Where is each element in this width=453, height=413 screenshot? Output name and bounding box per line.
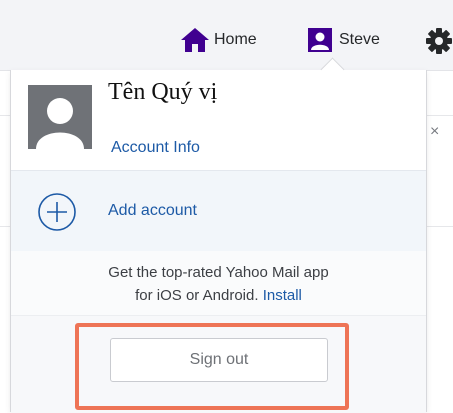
sign-out-section: Sign out (11, 315, 426, 413)
profile-name-label: Steve (339, 31, 380, 48)
background-divider (425, 115, 453, 116)
install-link[interactable]: Install (263, 287, 302, 304)
background-divider (0, 226, 10, 227)
user-icon (305, 27, 335, 53)
account-dropdown: Tên Quý vị Account Info Add account Get … (10, 57, 427, 413)
gear-icon[interactable] (425, 27, 453, 55)
user-name: Tên Quý vị (108, 79, 218, 105)
add-account-label: Add account (108, 202, 197, 219)
promo-platforms-text: for iOS or Android. (135, 287, 259, 304)
promo-text: Get the top-rated Yahoo Mail app (108, 264, 329, 281)
profile-menu-button[interactable]: Steve (305, 27, 380, 53)
home-icon (180, 27, 210, 53)
avatar (28, 85, 92, 149)
background-divider (0, 115, 10, 116)
close-icon[interactable]: × (430, 124, 439, 140)
home-label: Home (214, 31, 257, 48)
plus-circle-icon (37, 192, 77, 232)
current-account: Tên Quý vị Account Info (11, 70, 426, 170)
top-header: Home Steve (0, 0, 453, 71)
add-account-row[interactable]: Add account (11, 170, 426, 252)
home-nav-link[interactable]: Home (180, 27, 257, 53)
promo-text-line2: for iOS or Android. Install (11, 287, 426, 304)
sign-out-button[interactable]: Sign out (110, 338, 328, 382)
background-divider (425, 226, 453, 227)
mail-app-promo: Get the top-rated Yahoo Mail app for iOS… (11, 251, 426, 315)
account-info-link[interactable]: Account Info (111, 139, 200, 157)
